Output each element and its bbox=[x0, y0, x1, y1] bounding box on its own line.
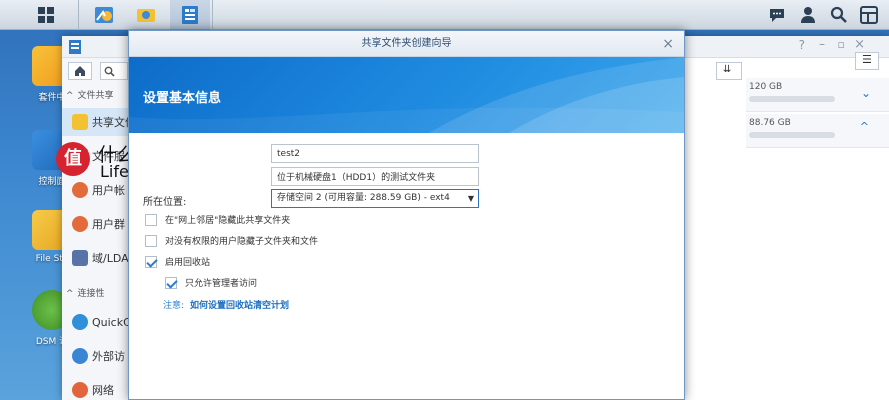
sidebar-item-group[interactable]: 用户群 bbox=[62, 210, 129, 238]
usage-bar bbox=[749, 96, 835, 102]
network-icon bbox=[72, 382, 88, 398]
sort-icon: ⇊ bbox=[723, 64, 732, 75]
taskbar-package-center[interactable] bbox=[84, 0, 124, 30]
domain-icon bbox=[72, 250, 88, 266]
taskbar bbox=[0, 0, 889, 30]
taskbar-file-station[interactable] bbox=[126, 0, 166, 30]
sidebar-section-file-sharing[interactable]: ^ 文件共享 bbox=[66, 88, 114, 101]
grid-icon bbox=[38, 7, 54, 23]
search-icon bbox=[830, 6, 847, 23]
wizard-title: 共享文件夹创建向导 bbox=[361, 38, 452, 49]
admin-only-access-checkbox[interactable]: 只允许管理者访问 bbox=[165, 276, 257, 289]
description-field[interactable] bbox=[271, 167, 479, 186]
chevron-up-icon: ^ bbox=[66, 91, 74, 101]
close-icon[interactable]: × bbox=[854, 37, 865, 52]
name-field[interactable] bbox=[271, 144, 479, 163]
home-button[interactable] bbox=[68, 62, 92, 80]
file-station-icon bbox=[137, 9, 155, 22]
recycle-bin-note: 注意: 如何设置回收站清空计划 bbox=[163, 298, 289, 311]
wizard-step-heading: 设置基本信息 bbox=[143, 91, 222, 106]
sidebar-item-external-access[interactable]: 外部访 bbox=[62, 342, 129, 370]
search-input[interactable] bbox=[100, 62, 128, 80]
minimize-icon[interactable]: – bbox=[819, 37, 825, 51]
sidebar-item-quickconnect[interactable]: QuickC bbox=[62, 308, 129, 336]
sidebar-item-network[interactable]: 网络 bbox=[62, 376, 129, 400]
chevron-down-icon[interactable]: ⌄ bbox=[861, 86, 871, 100]
widgets-icon bbox=[860, 6, 878, 24]
package-center-icon bbox=[95, 7, 113, 23]
user-icon bbox=[801, 7, 815, 23]
recycle-bin-schedule-link[interactable]: 如何设置回收站清空计划 bbox=[190, 301, 289, 311]
sidebar-section-connectivity[interactable]: ^ 连接性 bbox=[66, 286, 105, 299]
search-icon bbox=[104, 66, 115, 77]
shared-folder-icon bbox=[72, 114, 88, 130]
location-label: 所在位置: bbox=[143, 197, 187, 208]
checkbox[interactable] bbox=[165, 276, 177, 289]
chevron-up-icon[interactable]: ^ bbox=[860, 120, 869, 133]
group-icon bbox=[72, 216, 88, 232]
checkbox[interactable] bbox=[145, 213, 157, 226]
list-icon: ☰ bbox=[862, 53, 872, 66]
checkbox[interactable] bbox=[145, 234, 157, 247]
user-button[interactable] bbox=[797, 4, 819, 26]
shared-folder-wizard: 共享文件夹创建向导 × 设置基本信息 所在位置: 存储空间 2 (可用容量: 2… bbox=[128, 30, 685, 400]
control-panel-sidebar: ^文件共享 共享文件 文件服 用户帐 用户群 域/LDA ^连接性 QuickC… bbox=[62, 58, 130, 400]
hide-subfolders-checkbox[interactable]: 对没有权限的用户隐藏子文件夹和文件 bbox=[145, 234, 318, 247]
enable-recycle-bin-checkbox[interactable]: 启用回收站 bbox=[145, 255, 210, 268]
help-icon[interactable]: ? bbox=[799, 38, 805, 52]
checkbox[interactable] bbox=[145, 255, 157, 268]
widgets-button[interactable] bbox=[858, 4, 880, 26]
list-view-button[interactable]: ☰ bbox=[855, 52, 879, 70]
maximize-icon[interactable]: ▫ bbox=[838, 38, 845, 51]
wizard-banner: 设置基本信息 bbox=[129, 57, 684, 133]
chevron-up-icon: ^ bbox=[66, 289, 74, 299]
messages-button[interactable] bbox=[766, 4, 788, 26]
hide-in-network-checkbox[interactable]: 在"网上邻居"隐藏此共享文件夹 bbox=[145, 213, 290, 226]
location-select[interactable]: 存储空间 2 (可用容量: 288.59 GB) - ext4 ▼ bbox=[271, 189, 479, 208]
wizard-titlebar: 共享文件夹创建向导 × bbox=[129, 31, 684, 57]
chevron-down-icon: ▼ bbox=[467, 194, 474, 203]
home-icon bbox=[75, 66, 85, 76]
control-panel-icon bbox=[182, 6, 198, 24]
sidebar-item-domain-ldap[interactable]: 域/LDA bbox=[62, 244, 129, 272]
watermark-logo: 值 bbox=[56, 142, 90, 176]
volume-row[interactable]: 88.76 GB ^ bbox=[746, 114, 889, 148]
close-icon[interactable]: × bbox=[662, 31, 674, 57]
chat-icon bbox=[770, 9, 784, 22]
sort-button[interactable]: ⇊ bbox=[716, 62, 742, 80]
globe-icon bbox=[72, 348, 88, 364]
taskbar-control-panel[interactable] bbox=[170, 0, 210, 30]
sidebar-item-shared-folder[interactable]: 共享文件 bbox=[62, 108, 129, 136]
volume-row[interactable]: 120 GB ⌄ bbox=[746, 78, 889, 112]
control-panel-icon bbox=[69, 40, 81, 54]
main-menu-button[interactable] bbox=[26, 0, 66, 30]
usage-bar bbox=[749, 132, 835, 138]
user-icon bbox=[72, 182, 88, 198]
quickconnect-icon bbox=[72, 314, 88, 330]
note-label: 注意: bbox=[163, 301, 185, 311]
search-button[interactable] bbox=[828, 4, 850, 26]
volume-list: ⇊ ☰ 120 GB ⌄ 88.76 GB ^ bbox=[716, 52, 889, 400]
